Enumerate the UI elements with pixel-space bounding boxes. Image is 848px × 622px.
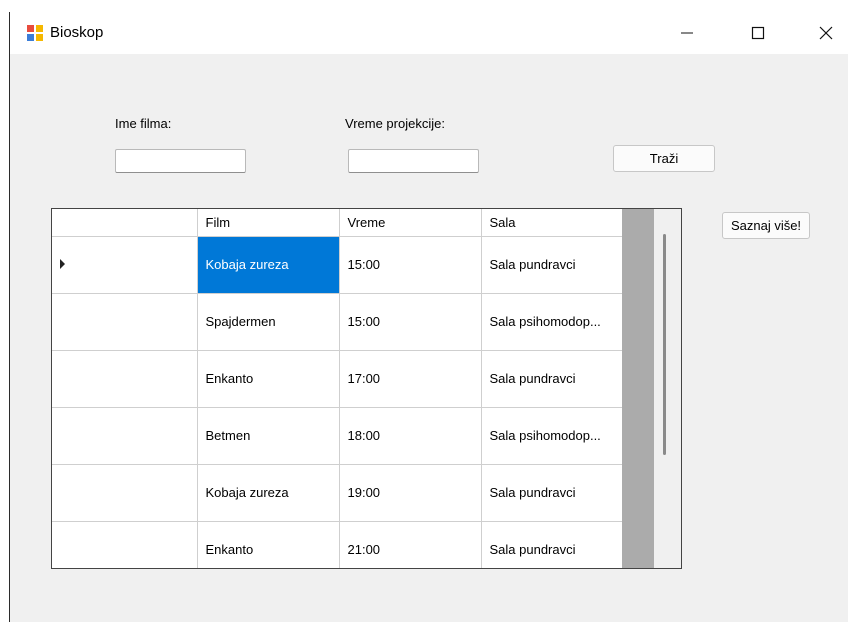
windows-form-icon <box>26 24 44 42</box>
cell-film[interactable]: Enkanto <box>197 350 340 408</box>
scrollbar-thumb[interactable] <box>663 234 666 455</box>
window-title: Bioskop <box>50 24 104 41</box>
search-button[interactable]: Traži <box>613 145 715 172</box>
row-header[interactable] <box>52 350 198 408</box>
table-row[interactable]: Kobaja zureza 15:00 Sala pundravci <box>52 236 623 294</box>
current-row-icon <box>60 259 65 269</box>
cell-film[interactable]: Betmen <box>197 407 340 465</box>
column-header-time[interactable]: Vreme <box>339 209 482 237</box>
cell-time[interactable]: 15:00 <box>339 236 482 294</box>
cell-hall[interactable]: Sala pundravci <box>481 521 623 568</box>
table-row[interactable]: Betmen 18:00 Sala psihomodop... <box>52 407 623 465</box>
row-header[interactable] <box>52 464 198 522</box>
cell-film[interactable]: Kobaja zureza <box>197 464 340 522</box>
close-button[interactable] <box>803 12 848 54</box>
cell-film[interactable]: Kobaja zureza <box>197 236 340 294</box>
close-icon <box>819 26 833 40</box>
row-header[interactable] <box>52 236 198 294</box>
table-row[interactable]: Spajdermen 15:00 Sala psihomodop... <box>52 293 623 351</box>
cell-hall[interactable]: Sala psihomodop... <box>481 407 623 465</box>
movie-grid[interactable]: Film Vreme Sala Kobaja zureza 15:00 Sala… <box>51 208 682 569</box>
cell-film[interactable]: Spajdermen <box>197 293 340 351</box>
cell-hall[interactable]: Sala psihomodop... <box>481 293 623 351</box>
table-row[interactable]: Enkanto 17:00 Sala pundravci <box>52 350 623 408</box>
cell-hall[interactable]: Sala pundravci <box>481 236 623 294</box>
table-row[interactable]: Enkanto 21:00 Sala pundravci <box>52 521 623 568</box>
cell-time[interactable]: 19:00 <box>339 464 482 522</box>
cell-film[interactable]: Enkanto <box>197 521 340 568</box>
projection-time-input[interactable] <box>348 149 479 173</box>
grid-header-row: Film Vreme Sala <box>52 209 623 237</box>
more-info-button[interactable]: Saznaj više! <box>722 212 810 239</box>
column-header-hall[interactable]: Sala <box>481 209 623 237</box>
row-header-corner <box>52 209 198 237</box>
movie-name-label: Ime filma: <box>115 116 172 131</box>
row-header[interactable] <box>52 521 198 568</box>
minimize-icon <box>681 32 693 34</box>
column-header-film[interactable]: Film <box>197 209 340 237</box>
vertical-scrollbar[interactable] <box>654 209 681 568</box>
maximize-button[interactable] <box>735 12 781 54</box>
row-header[interactable] <box>52 293 198 351</box>
cell-time[interactable]: 17:00 <box>339 350 482 408</box>
bioskop-window: Bioskop Ime filma: Vreme projekcije: Tra… <box>9 12 848 622</box>
grid-empty-area <box>622 209 654 568</box>
cell-hall[interactable]: Sala pundravci <box>481 350 623 408</box>
maximize-icon <box>751 26 765 40</box>
cell-hall[interactable]: Sala pundravci <box>481 464 623 522</box>
movie-name-input[interactable] <box>115 149 246 173</box>
table-row[interactable]: Kobaja zureza 19:00 Sala pundravci <box>52 464 623 522</box>
projection-time-label: Vreme projekcije: <box>345 116 445 131</box>
title-bar[interactable]: Bioskop <box>10 12 848 54</box>
minimize-button[interactable] <box>664 12 710 54</box>
cell-time[interactable]: 21:00 <box>339 521 482 568</box>
cell-time[interactable]: 18:00 <box>339 407 482 465</box>
row-header[interactable] <box>52 407 198 465</box>
cell-time[interactable]: 15:00 <box>339 293 482 351</box>
